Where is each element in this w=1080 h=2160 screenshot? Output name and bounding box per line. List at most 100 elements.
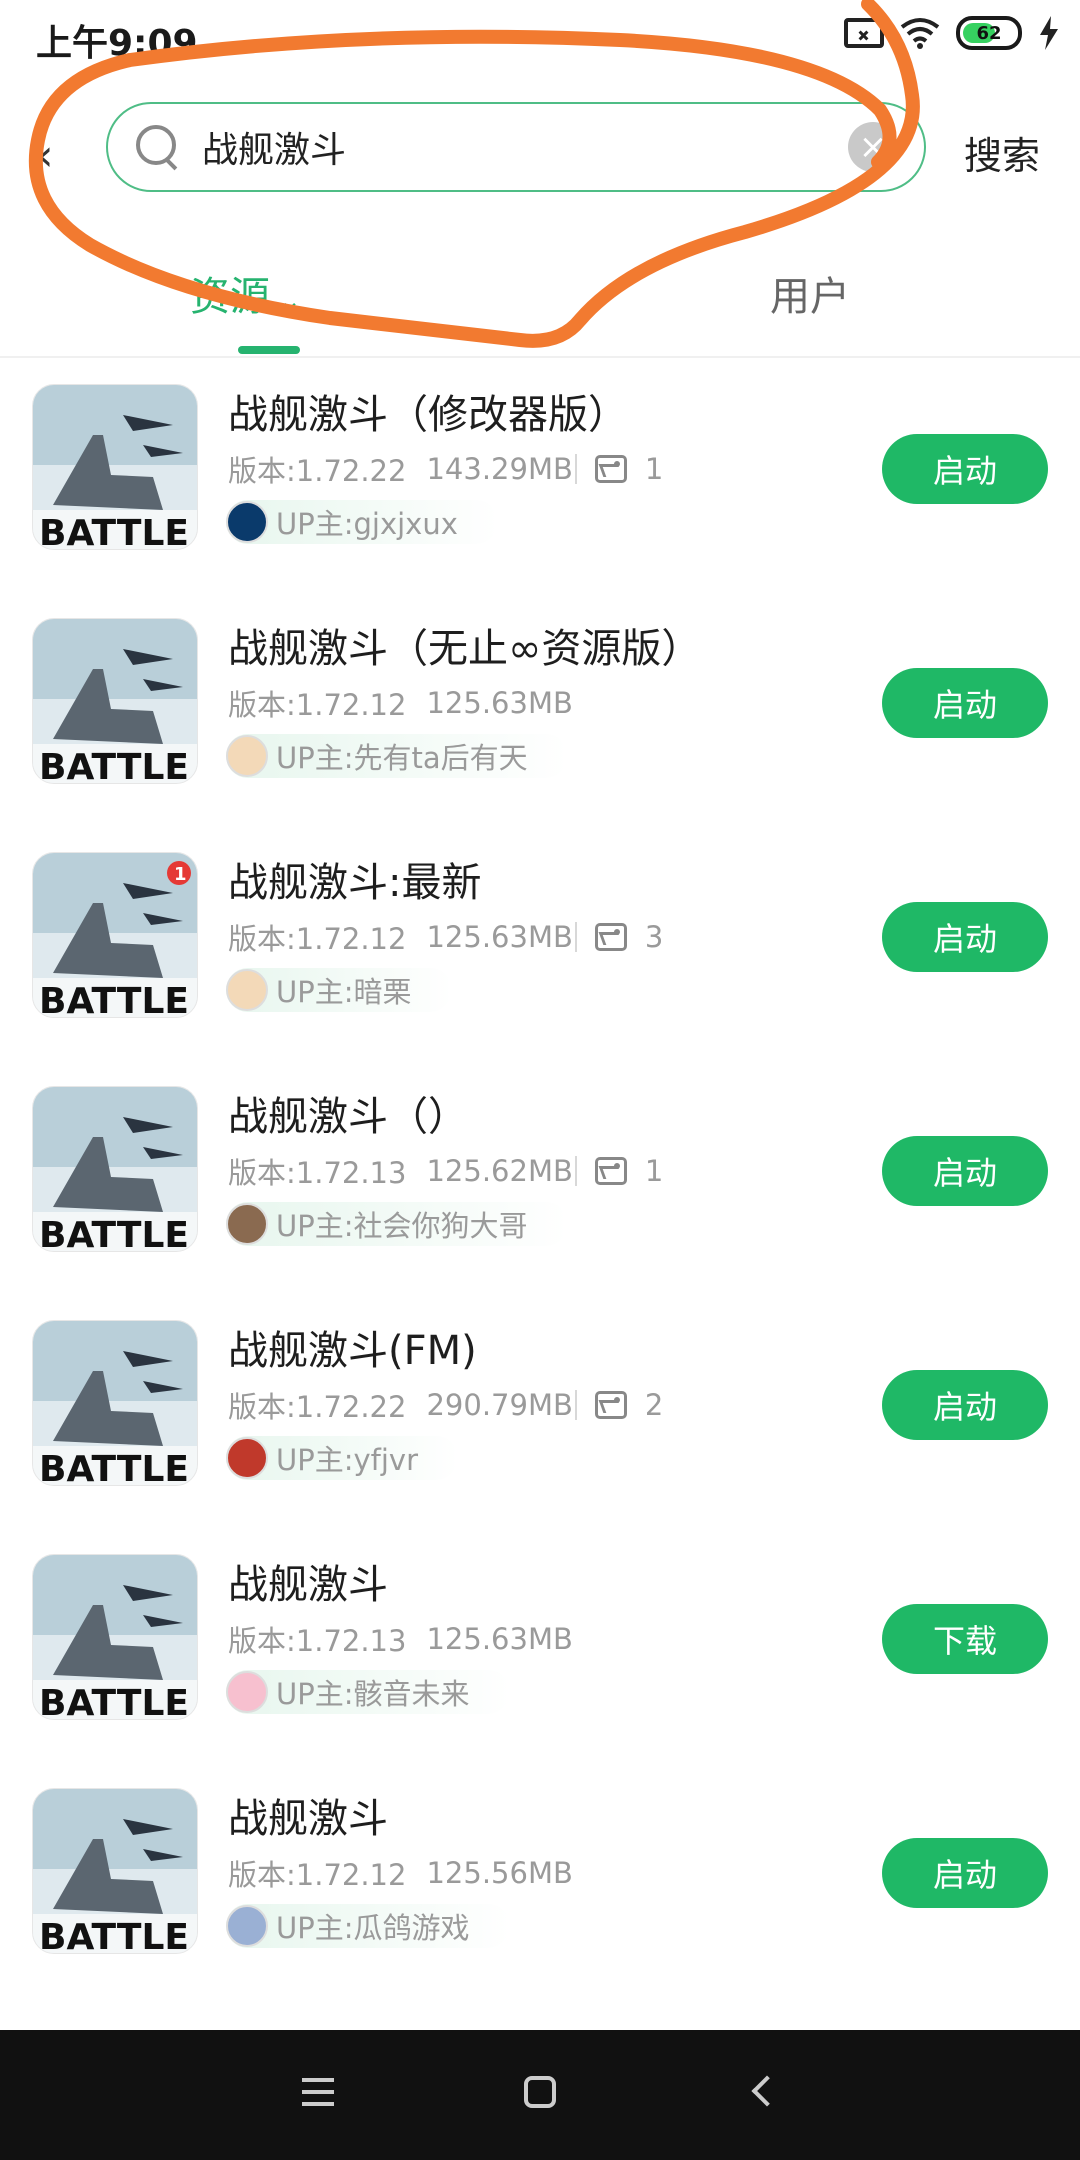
meta-divider bbox=[574, 922, 577, 952]
svg-text:BATTLE: BATTLE bbox=[39, 513, 189, 550]
uploader-name: UP主:gjxjxux bbox=[276, 507, 458, 541]
avatar bbox=[226, 735, 268, 777]
wifi-icon bbox=[900, 18, 940, 49]
search-input[interactable]: 战舰激斗 bbox=[202, 121, 848, 173]
version-text: 版本:1.72.22 bbox=[228, 1390, 407, 1424]
image-count: 1 bbox=[644, 452, 664, 486]
game-icon: BATTLE 1 bbox=[33, 853, 197, 1018]
list-item[interactable]: BATTLE 战舰激斗（修改器版） 版本:1.72.22 143.29MB 1 UP主:g… bbox=[0, 360, 1080, 594]
launch-button[interactable]: 启动 bbox=[882, 668, 1048, 738]
item-meta: 版本:1.72.12 125.63MB 3 bbox=[228, 916, 663, 958]
navigation-bar bbox=[0, 2030, 1080, 2160]
image-count: 2 bbox=[644, 1388, 664, 1422]
tab-indicator bbox=[238, 346, 300, 354]
clear-icon[interactable]: × bbox=[848, 122, 898, 172]
size-text: 125.63MB bbox=[426, 1622, 573, 1656]
chevron-down-icon: ⌄ bbox=[278, 284, 302, 317]
item-title[interactable]: 战舰激斗 bbox=[228, 1786, 388, 1844]
meta-divider bbox=[574, 1156, 577, 1186]
uploader-tag[interactable]: UP主:暗栗 bbox=[226, 968, 452, 1012]
download-button[interactable]: 下载 bbox=[882, 1604, 1048, 1674]
version-text: 版本:1.72.12 bbox=[228, 922, 407, 956]
avatar bbox=[226, 501, 268, 543]
app-thumbnail[interactable]: BATTLE bbox=[32, 384, 198, 550]
tab-resources-label: 资源 bbox=[190, 274, 270, 320]
search-button[interactable]: 搜索 bbox=[964, 125, 1040, 180]
game-icon: BATTLE bbox=[33, 1087, 197, 1251]
app-thumbnail[interactable]: BATTLE bbox=[32, 1086, 198, 1252]
status-time: 上午9:09 bbox=[36, 23, 198, 64]
tab-users[interactable]: 用户 bbox=[770, 264, 850, 322]
back-chevron-icon[interactable]: ‹ bbox=[36, 130, 54, 181]
image-count: 3 bbox=[644, 920, 664, 954]
menu-icon[interactable] bbox=[302, 2078, 334, 2106]
uploader-tag[interactable]: UP主:骸音未来 bbox=[226, 1670, 510, 1714]
list-item[interactable]: BATTLE 战舰激斗 版本:1.72.12 125.56MB UP主:瓜鸽游戏 启动 bbox=[0, 1764, 1080, 1998]
list-item[interactable]: BATTLE 战舰激斗（） 版本:1.72.13 125.62MB 1 UP主:社会你狗大… bbox=[0, 1062, 1080, 1296]
game-icon: BATTLE bbox=[33, 1789, 197, 1953]
svg-text:BATTLE: BATTLE bbox=[39, 747, 189, 784]
search-icon bbox=[136, 125, 180, 169]
search-field[interactable]: 战舰激斗 × bbox=[106, 102, 926, 192]
launch-button[interactable]: 启动 bbox=[882, 1136, 1048, 1206]
item-title[interactable]: 战舰激斗 bbox=[228, 1552, 388, 1610]
avatar bbox=[226, 1203, 268, 1245]
item-meta: 版本:1.72.12 125.63MB bbox=[228, 682, 573, 724]
size-text: 125.62MB bbox=[426, 1154, 573, 1188]
version-text: 版本:1.72.12 bbox=[228, 688, 407, 722]
app-thumbnail[interactable]: BATTLE 1 bbox=[32, 852, 198, 1018]
launch-button[interactable]: 启动 bbox=[882, 902, 1048, 972]
uploader-tag[interactable]: UP主:瓜鸽游戏 bbox=[226, 1904, 510, 1948]
uploader-name: UP主:社会你狗大哥 bbox=[276, 1209, 528, 1243]
item-title[interactable]: 战舰激斗(FM) bbox=[228, 1318, 477, 1376]
charging-icon bbox=[1040, 16, 1058, 50]
tab-resources[interactable]: 资源 ⌄ bbox=[190, 264, 301, 322]
item-meta: 版本:1.72.22 143.29MB 1 bbox=[228, 448, 663, 490]
status-bar: 上午9:09 62 bbox=[0, 0, 1080, 80]
launch-button[interactable]: 启动 bbox=[882, 434, 1048, 504]
game-icon: BATTLE bbox=[33, 619, 197, 784]
size-text: 125.63MB bbox=[426, 686, 573, 720]
list-item[interactable]: BATTLE 战舰激斗版本:1.72.13 125.63MB UP主:骸音未来 下载 bbox=[0, 1530, 1080, 1764]
app-thumbnail[interactable]: BATTLE bbox=[32, 618, 198, 784]
list-item[interactable]: BATTLE 战舰激斗(FM) 版本:1.72.22 290.79MB 2 UP主:yfj… bbox=[0, 1296, 1080, 1530]
meta-divider bbox=[574, 1390, 577, 1420]
item-title[interactable]: 战舰激斗（） bbox=[228, 1084, 468, 1142]
uploader-name: UP主:瓜鸽游戏 bbox=[276, 1911, 470, 1945]
uploader-tag[interactable]: UP主:gjxjxux bbox=[226, 500, 498, 544]
launch-button[interactable]: 启动 bbox=[882, 1370, 1048, 1440]
svg-text:BATTLE: BATTLE bbox=[39, 1683, 189, 1720]
battery-percent: 62 bbox=[976, 22, 1002, 44]
svg-text:1: 1 bbox=[174, 864, 187, 885]
item-title[interactable]: 战舰激斗:最新 bbox=[228, 850, 481, 908]
uploader-tag[interactable]: UP主:社会你狗大哥 bbox=[226, 1202, 568, 1246]
list-item[interactable]: BATTLE 战舰激斗（无止∞资源版） 版本:1.72.12 125.63MB UP主:… bbox=[0, 594, 1080, 828]
avatar bbox=[226, 1437, 268, 1479]
version-text: 版本:1.72.12 bbox=[228, 1858, 407, 1892]
app-thumbnail[interactable]: BATTLE bbox=[32, 1554, 198, 1720]
svg-text:BATTLE: BATTLE bbox=[39, 1449, 189, 1486]
app-thumbnail[interactable]: BATTLE bbox=[32, 1320, 198, 1486]
game-icon: BATTLE bbox=[33, 385, 197, 550]
image-count: 1 bbox=[644, 1154, 664, 1188]
size-text: 290.79MB bbox=[426, 1388, 573, 1422]
home-icon[interactable] bbox=[524, 2076, 556, 2108]
game-icon: BATTLE bbox=[33, 1321, 197, 1486]
uploader-name: UP主:yfjvr bbox=[276, 1443, 418, 1477]
app-thumbnail[interactable]: BATTLE bbox=[32, 1788, 198, 1954]
uploader-tag[interactable]: UP主:先有ta后有天 bbox=[226, 734, 568, 778]
launch-button[interactable]: 启动 bbox=[882, 1838, 1048, 1908]
uploader-name: UP主:骸音未来 bbox=[276, 1677, 470, 1711]
back-icon[interactable] bbox=[751, 2075, 783, 2107]
uploader-tag[interactable]: UP主:yfjvr bbox=[226, 1436, 458, 1480]
item-title[interactable]: 战舰激斗（无止∞资源版） bbox=[228, 616, 701, 674]
status-icons: 62 bbox=[844, 16, 1060, 50]
size-text: 143.29MB bbox=[426, 452, 573, 486]
image-icon bbox=[594, 923, 627, 951]
item-meta: 版本:1.72.13 125.63MB bbox=[228, 1618, 573, 1660]
svg-text:BATTLE: BATTLE bbox=[39, 981, 189, 1018]
list-item[interactable]: BATTLE 1 战舰激斗:最新版本:1.72.12 125.63MB 3 UP主:暗栗 启… bbox=[0, 828, 1080, 1062]
version-text: 版本:1.72.13 bbox=[228, 1624, 407, 1658]
tab-bar: 资源 ⌄ 用户 bbox=[0, 250, 1080, 358]
item-title[interactable]: 战舰激斗（修改器版） bbox=[228, 382, 628, 440]
